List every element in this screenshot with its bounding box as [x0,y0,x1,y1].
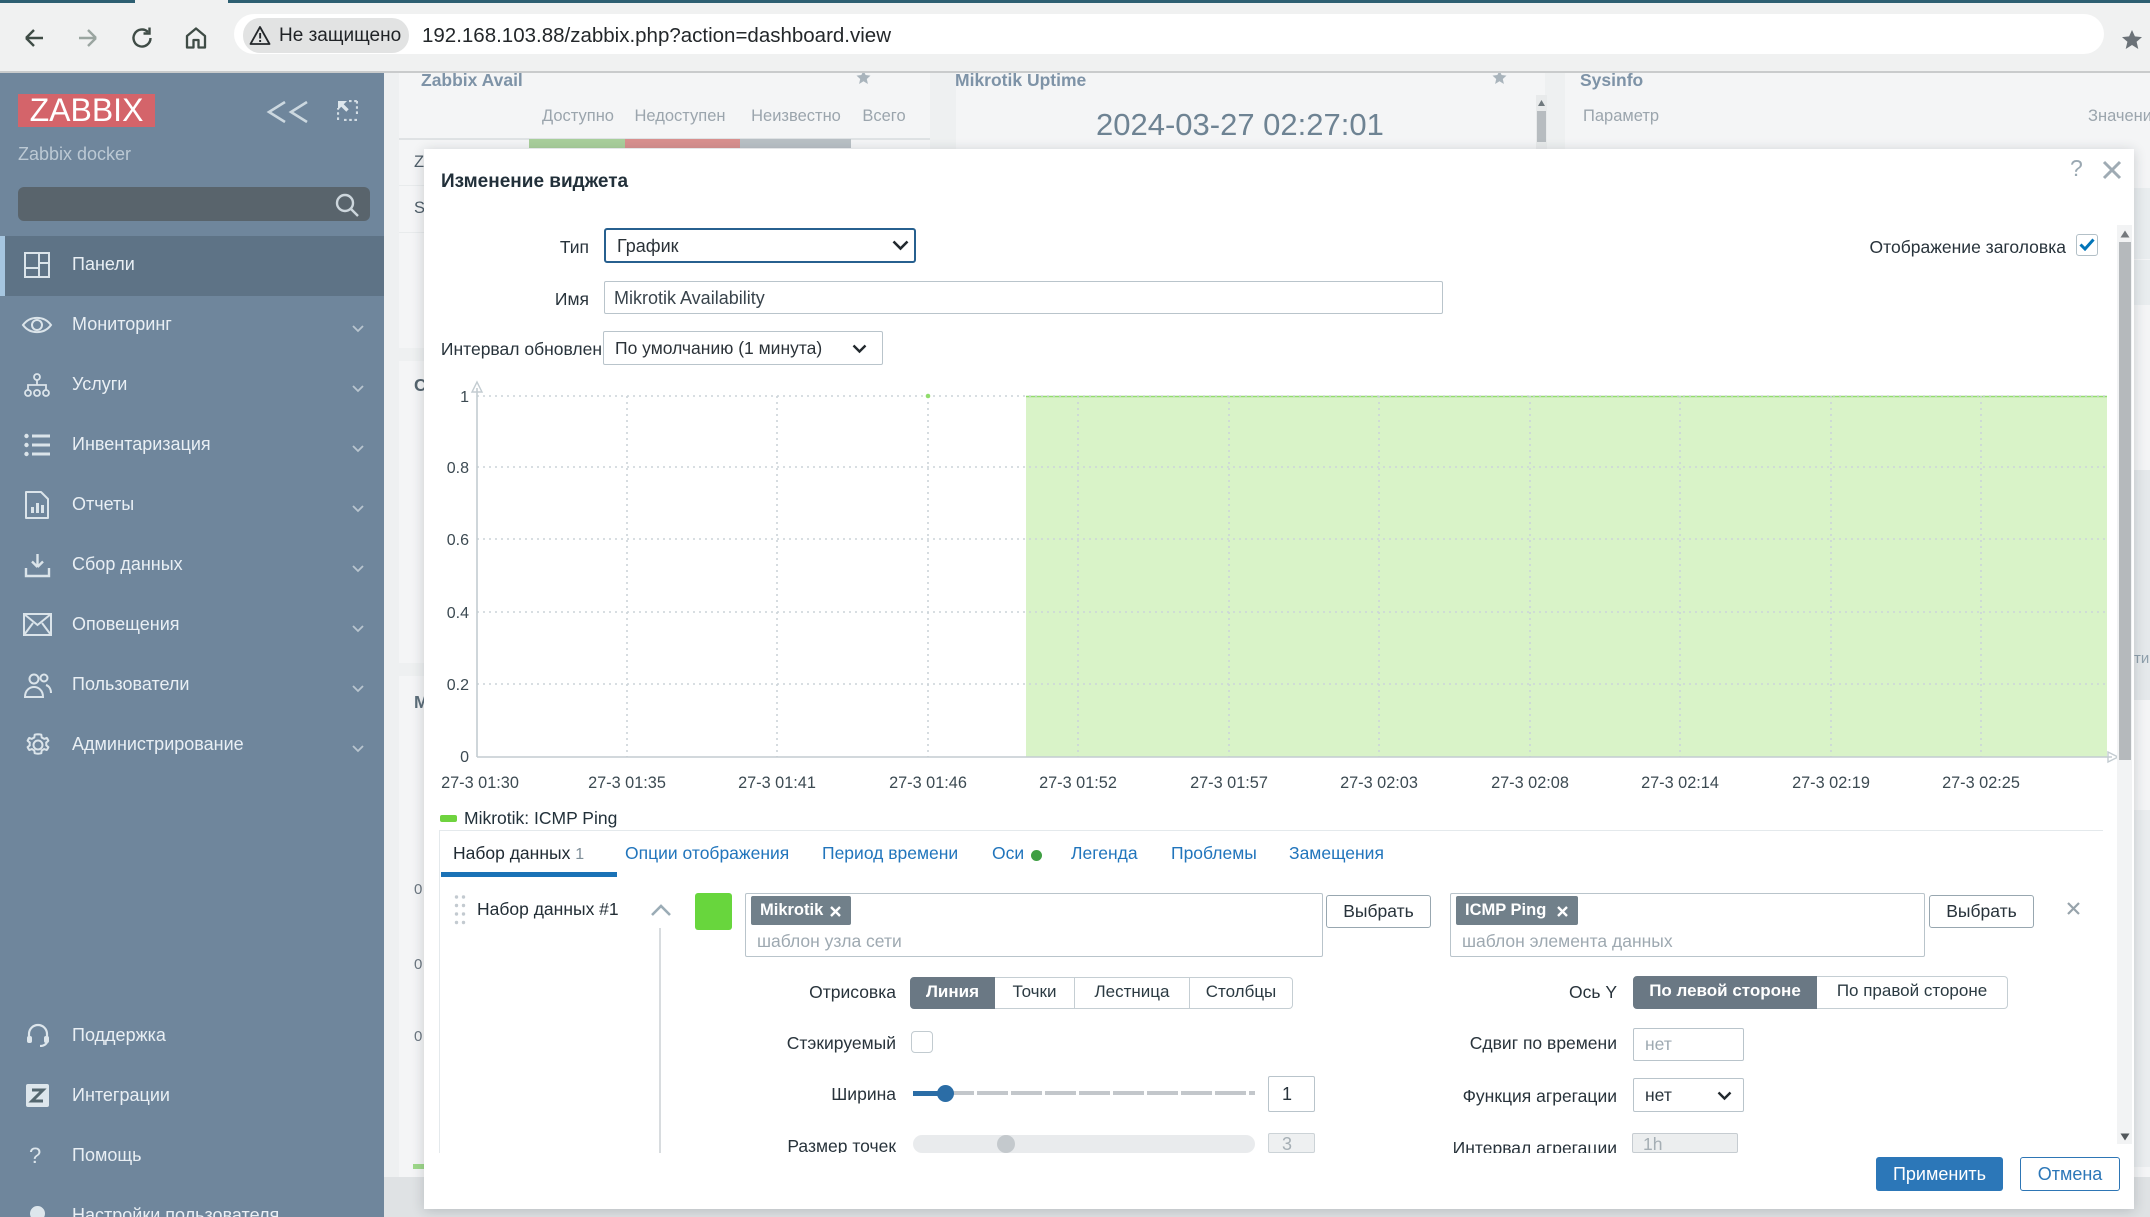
svg-text:Mikrotik: ICMP Ping: Mikrotik: ICMP Ping [464,808,617,828]
svg-text:27-3 01:46: 27-3 01:46 [889,774,967,792]
svg-text:0.4: 0.4 [447,605,469,622]
svg-text:0.8: 0.8 [447,460,469,477]
svg-text:0: 0 [460,749,469,766]
svg-text:0.6: 0.6 [447,532,469,549]
svg-text:27-3 01:35: 27-3 01:35 [588,774,666,792]
svg-text:27-3 02:03: 27-3 02:03 [1340,774,1418,792]
svg-text:27-3 01:41: 27-3 01:41 [738,774,816,792]
svg-text:27-3 01:30: 27-3 01:30 [441,774,519,792]
svg-text:27-3 02:19: 27-3 02:19 [1792,774,1870,792]
svg-text:27-3 01:57: 27-3 01:57 [1190,774,1268,792]
svg-text:27-3 02:14: 27-3 02:14 [1641,774,1719,792]
svg-text:27-3 02:25: 27-3 02:25 [1942,774,2020,792]
svg-text:27-3 01:52: 27-3 01:52 [1039,774,1117,792]
svg-text:0.2: 0.2 [447,677,469,694]
svg-text:27-3 02:08: 27-3 02:08 [1491,774,1569,792]
svg-text:1: 1 [460,389,469,406]
